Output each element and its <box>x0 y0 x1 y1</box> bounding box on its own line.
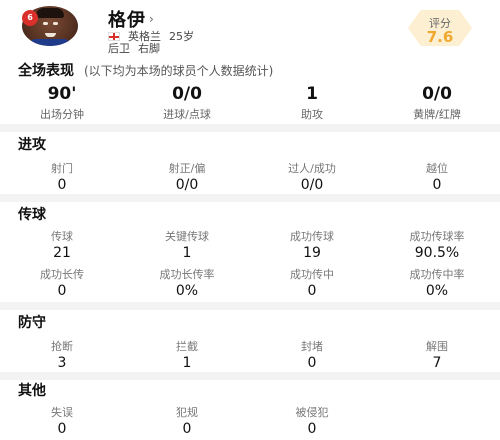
stat-label: 射正/偏 <box>168 162 206 175</box>
stat-label: 成功传中 <box>290 268 334 281</box>
stat-value: 7 <box>432 355 442 371</box>
stat-cell: 关键传球 1 <box>127 228 247 261</box>
overall-stat-label: 黄牌/红牌 <box>413 108 461 121</box>
stat-label: 成功传中率 <box>409 268 465 281</box>
stat-value: 19 <box>303 245 321 261</box>
stat-value: 0 <box>182 421 192 437</box>
rating-value: 7.6 <box>426 28 454 46</box>
overall-section-title: 全场表现 (以下均为本场的球员个人数据统计) <box>18 60 273 80</box>
stat-label: 越位 <box>426 162 448 175</box>
overall-stat-value: 0/0 <box>422 84 452 104</box>
stat-cell: 越位 0 <box>377 160 497 193</box>
stat-value: 0 <box>57 421 67 437</box>
overall-stat-value: 90' <box>47 84 77 104</box>
stat-value: 0 <box>307 421 317 437</box>
player-header: 6 格伊 › 英格兰 25岁 后卫 右脚 评分 7.6 <box>0 0 500 55</box>
stat-value: 0 <box>432 177 442 193</box>
rating-badge: 评分 7.6 <box>408 10 472 46</box>
overall-stat: 0/0 黄牌/红牌 <box>377 84 497 122</box>
defense-section-title: 防守 <box>18 315 46 331</box>
stat-cell: 成功长传率 0% <box>127 266 247 299</box>
stat-label: 解围 <box>426 340 448 353</box>
stat-label: 传球 <box>51 230 73 243</box>
stat-cell: 抢断 3 <box>2 338 122 371</box>
stat-label: 封堵 <box>301 340 323 353</box>
stat-value: 21 <box>53 245 71 261</box>
overall-stat-label: 助攻 <box>301 108 323 121</box>
section-divider <box>0 194 500 202</box>
stat-value: 0/0 <box>300 177 324 193</box>
stat-cell: 犯规 0 <box>127 404 247 437</box>
stat-value: 1 <box>182 355 192 371</box>
stat-label: 关键传球 <box>165 230 209 243</box>
stat-value: 3 <box>57 355 67 371</box>
stat-cell: 成功传球率 90.5% <box>377 228 497 261</box>
stat-value: 0% <box>175 283 199 299</box>
attack-section-title: 进攻 <box>18 137 46 153</box>
stat-cell: 成功长传 0 <box>2 266 122 299</box>
stat-cell: 拦截 1 <box>127 338 247 371</box>
stat-label: 成功长传率 <box>159 268 215 281</box>
overall-stat: 90' 出场分钟 <box>2 84 122 122</box>
overall-stat: 0/0 进球/点球 <box>127 84 247 122</box>
stat-cell: 失误 0 <box>2 404 122 437</box>
stat-cell: 射门 0 <box>2 160 122 193</box>
stat-value: 0 <box>57 177 67 193</box>
section-divider <box>0 302 500 310</box>
overall-stat-label: 出场分钟 <box>40 108 84 121</box>
stat-cell: 成功传中率 0% <box>377 266 497 299</box>
overall-stat-value: 0/0 <box>172 84 202 104</box>
stat-cell: 被侵犯 0 <box>252 404 372 437</box>
stat-value: 0 <box>307 283 317 299</box>
player-position: 后卫 <box>108 42 130 55</box>
overall-stat-label: 进球/点球 <box>163 108 211 121</box>
stat-cell: 射正/偏 0/0 <box>127 160 247 193</box>
stat-label: 过人/成功 <box>288 162 336 175</box>
stat-label: 犯规 <box>176 406 198 419</box>
section-divider <box>0 372 500 380</box>
overall-subtitle: (以下均为本场的球员个人数据统计) <box>84 64 274 78</box>
stat-cell: 传球 21 <box>2 228 122 261</box>
player-foot: 右脚 <box>138 42 160 55</box>
overall-stat-value: 1 <box>306 84 318 104</box>
stat-label: 抢断 <box>51 340 73 353</box>
stat-label: 射门 <box>51 162 73 175</box>
stat-label: 成功长传 <box>40 268 84 281</box>
player-age: 25岁 <box>169 30 194 43</box>
stat-label: 成功传球率 <box>409 230 465 243</box>
other-section-title: 其他 <box>18 383 46 399</box>
stat-value: 0/0 <box>175 177 199 193</box>
passing-section-title: 传球 <box>18 207 46 223</box>
stat-cell: 封堵 0 <box>252 338 372 371</box>
stat-value: 0 <box>307 355 317 371</box>
stat-label: 拦截 <box>176 340 198 353</box>
overall-title: 全场表现 <box>18 63 74 79</box>
stat-value: 0% <box>425 283 449 299</box>
stat-value: 1 <box>182 245 192 261</box>
shirt-number-badge: 6 <box>22 10 38 26</box>
overall-stats: 90' 出场分钟 0/0 进球/点球 1 助攻 0/0 黄牌/红牌 <box>0 84 500 122</box>
overall-stat: 1 助攻 <box>252 84 372 122</box>
stat-cell: 成功传球 19 <box>252 228 372 261</box>
chevron-right-icon: › <box>149 12 154 26</box>
stat-label: 被侵犯 <box>295 406 329 419</box>
stat-cell: 解围 7 <box>377 338 497 371</box>
stat-label: 失误 <box>51 406 73 419</box>
stat-value: 0 <box>57 283 67 299</box>
section-divider <box>0 124 500 132</box>
stat-value: 90.5% <box>414 245 460 261</box>
player-position-row: 后卫 右脚 <box>108 40 160 56</box>
stat-cell: 过人/成功 0/0 <box>252 160 372 193</box>
stat-label: 成功传球 <box>290 230 334 243</box>
stat-cell: 成功传中 0 <box>252 266 372 299</box>
